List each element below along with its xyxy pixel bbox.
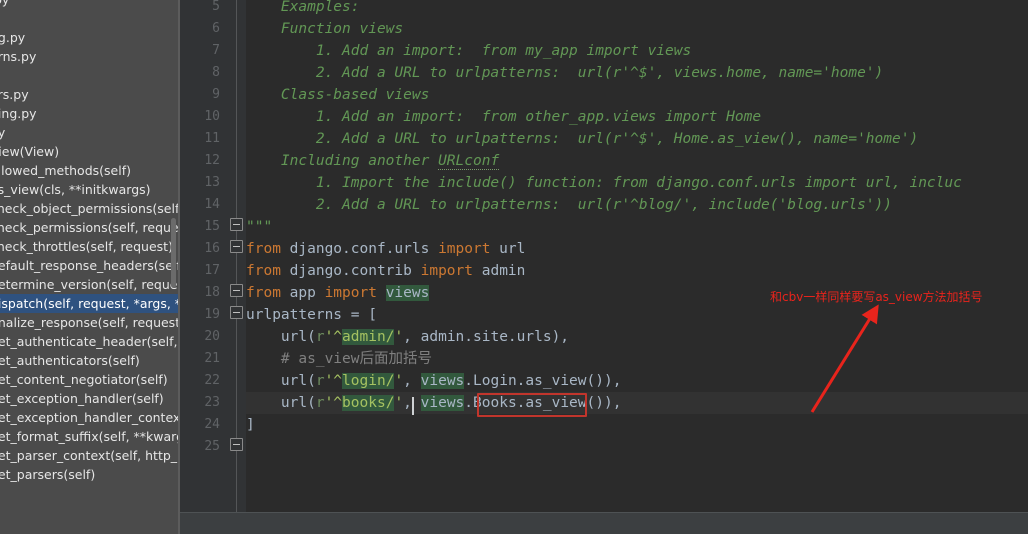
structure-list-item[interactable]: get_format_suffix(self, **kwargs [0,427,180,446]
structure-list-item[interactable]: get_parser_context(self, http_re [0,446,180,465]
code-line[interactable]: """ [246,216,272,238]
code-line[interactable]: Function views [246,18,403,40]
line-number: 9 [212,87,220,102]
ide-window: .py ng.pyerns.py ors.pyning.pypyView(Vie… [0,0,1028,534]
code-line[interactable]: 1. Add an import: from other_app.views i… [246,106,761,128]
code-line[interactable]: urlpatterns = [ [246,304,377,326]
structure-popup-panel[interactable]: .py ng.pyerns.py ors.pyning.pypyView(Vie… [0,0,180,534]
code-line[interactable]: # as_view后面加括号 [246,348,432,370]
line-number: 14 [204,197,220,212]
structure-list-item[interactable]: allowed_methods(self) [0,161,180,180]
structure-list-item[interactable]: determine_version(self, request [0,275,180,294]
sidebar-scrollbar[interactable] [171,0,176,534]
structure-list-item[interactable]: ng.py [0,28,180,47]
line-number-gutter[interactable]: 5 6 7 8 9 10 11 12 13 14 15 16 17 18 19 20 21 22 23 24 25 [180,0,228,512]
line-number: 10 [204,109,220,124]
code-line[interactable]: url(r'^admin/', admin.site.urls), [246,326,569,348]
fold-marker-urlpatterns-end[interactable] [230,438,243,451]
code-text-area[interactable]: Examples: Function views 1. Add an impor… [246,0,1028,512]
fold-guide-line [236,0,237,512]
fold-marker-import-app[interactable] [230,284,243,297]
structure-list-item[interactable]: as_view(cls, **initkwargs) [0,180,180,199]
structure-list-item[interactable]: check_permissions(self, reques [0,218,180,237]
sidebar-scrollbar-thumb[interactable] [171,218,176,288]
fold-marker-docstring[interactable] [230,218,243,231]
structure-list-item[interactable]: check_object_permissions(self, [0,199,180,218]
line-number: 18 [204,285,220,300]
line-number: 19 [204,307,220,322]
line-number: 17 [204,263,220,278]
line-number: 13 [204,175,220,190]
code-line[interactable]: Including another URLconf [246,150,500,172]
line-number: 8 [212,65,220,80]
structure-list-item[interactable]: .py [0,0,180,9]
structure-list-item[interactable]: get_exception_handler_context( [0,408,180,427]
structure-list-item[interactable]: ors.py [0,85,180,104]
structure-list-item[interactable]: ning.py [0,104,180,123]
line-number: 6 [212,21,220,36]
code-line[interactable]: 1. Import the include() function: from d… [246,172,962,194]
code-folding-gutter[interactable] [228,0,246,512]
fold-marker-imports[interactable] [230,240,243,253]
structure-member-list[interactable]: .py ng.pyerns.py ors.pyning.pypyView(Vie… [0,0,180,484]
structure-list-item[interactable]: get_authenticators(self) [0,351,180,370]
code-line[interactable]: Class-based views [246,84,429,106]
line-number: 5 [212,0,220,14]
structure-list-item[interactable]: get_content_negotiator(self) [0,370,180,389]
code-line[interactable]: 1. Add an import: from my_app import vie… [246,40,691,62]
structure-list-item[interactable]: View(View) [0,142,180,161]
line-number: 21 [204,351,220,366]
text-caret [411,397,414,415]
structure-list-item[interactable]: get_authenticate_header(self, re [0,332,180,351]
structure-list-item[interactable] [0,66,180,85]
structure-list-item[interactable]: py [0,123,180,142]
line-number: 12 [204,153,220,168]
code-line[interactable]: from django.contrib import admin [246,260,525,282]
editor-bottom-strip [180,513,1028,534]
line-number: 23 [204,395,220,410]
line-number: 11 [204,131,220,146]
structure-list-item[interactable]: check_throttles(self, request) [0,237,180,256]
annotation-arrow-icon [810,304,879,413]
code-line[interactable]: from django.conf.urls import url [246,238,525,260]
code-editor-pane[interactable]: 5 6 7 8 9 10 11 12 13 14 15 16 17 18 19 20 21 22 23 24 25 Ex… [180,0,1028,534]
structure-list-item[interactable]: get_exception_handler(self) [0,389,180,408]
structure-list-item[interactable]: get_parsers(self) [0,465,180,484]
line-number: 20 [204,329,220,344]
code-line[interactable]: 2. Add a URL to urlpatterns: url(r'^blog… [246,194,892,216]
line-number: 22 [204,373,220,388]
structure-list-item[interactable]: finalize_response(self, request, [0,313,180,332]
structure-list-item[interactable] [0,9,180,28]
line-number: 7 [212,43,220,58]
structure-list-item[interactable]: erns.py [0,47,180,66]
code-line[interactable]: 2. Add a URL to urlpatterns: url(r'^$', … [246,62,883,84]
line-number: 24 [204,417,220,432]
code-line[interactable]: url(r'^login/', views.Login.as_view()), [246,370,621,392]
structure-list-item[interactable]: dispatch(self, request, *args, ** [0,294,180,313]
code-line[interactable]: from app import views [246,282,430,304]
code-line[interactable]: 2. Add a URL to urlpatterns: url(r'^$', … [246,128,918,150]
line-number: 15 [204,219,220,234]
code-line[interactable]: url(r'^books/', views.Books.as_view()), [246,392,621,414]
fold-marker-urlpatterns[interactable] [230,306,243,319]
line-number: 25 [204,439,220,454]
code-line[interactable]: Examples: [246,0,360,18]
line-number: 16 [204,241,220,256]
structure-list-item[interactable]: default_response_headers(self) [0,256,180,275]
code-line[interactable]: ] [246,414,255,436]
